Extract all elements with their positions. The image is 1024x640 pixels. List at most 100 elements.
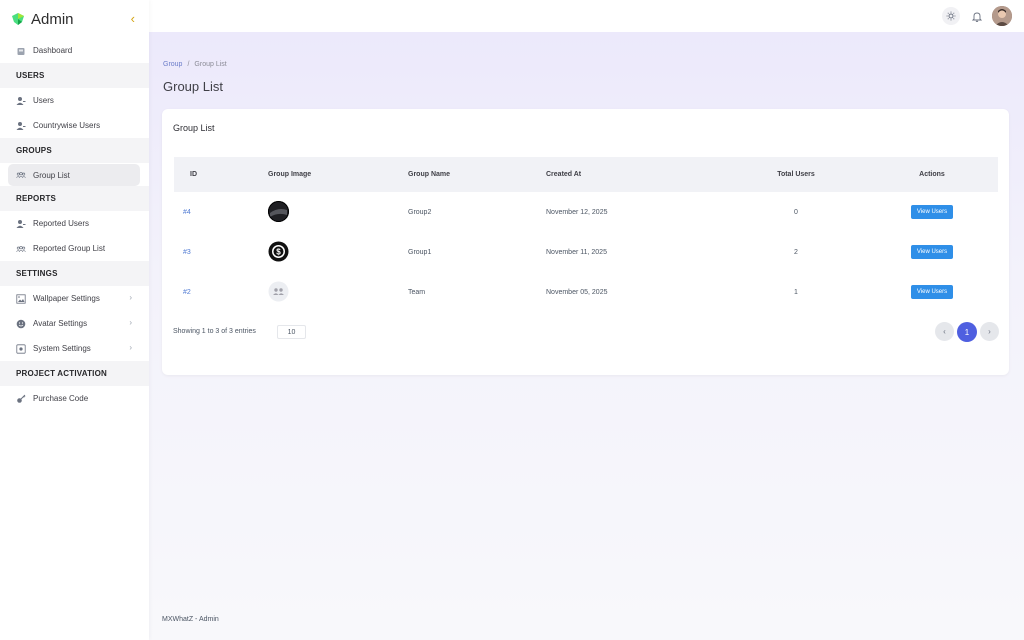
sidebar-item-reported-group-list[interactable]: Reported Group List	[0, 236, 149, 261]
sidebar-section-groups: GROUPS	[0, 138, 149, 163]
column-header-image[interactable]: Group Image	[268, 171, 408, 178]
user-icon	[16, 219, 26, 229]
column-header-id[interactable]: ID	[174, 171, 268, 178]
site-footer: MXWhatZ - Admin	[162, 616, 219, 623]
image-icon	[16, 293, 26, 304]
sidebar-item-label: Wallpaper Settings	[33, 294, 100, 303]
table-row: #3 $ Group1 November 11, 2025 2 View Users	[174, 232, 998, 272]
sidebar-item-label: System Settings	[33, 344, 91, 353]
pagination-page-1[interactable]: 1	[957, 322, 977, 342]
view-users-button[interactable]: View Users	[910, 205, 954, 219]
group-id-link[interactable]: #3	[174, 249, 268, 256]
column-header-name[interactable]: Group Name	[408, 171, 546, 178]
chevron-right-icon: ›	[129, 293, 132, 302]
svg-text:$: $	[276, 247, 281, 256]
sidebar-item-label: Countrywise Users	[33, 121, 101, 130]
column-header-total[interactable]: Total Users	[726, 171, 866, 178]
key-icon	[16, 394, 26, 404]
group-icon	[16, 244, 26, 254]
group-id-link[interactable]: #2	[174, 289, 268, 296]
group-image	[268, 281, 289, 302]
group-icon	[16, 170, 26, 180]
group-name: Group1	[408, 248, 432, 256]
sidebar-item-label: Purchase Code	[33, 394, 89, 403]
sidebar-section-reports: REPORTS	[0, 186, 149, 211]
face-icon	[16, 319, 26, 329]
entries-info: Showing 1 to 3 of 3 entries	[173, 328, 256, 335]
main-content: Group / Group List Group List Group List I…	[149, 32, 1024, 640]
table-header: ID Group Image Group Name Created At Tot…	[174, 157, 998, 192]
settings-icon	[16, 343, 26, 354]
table-row: #4 Group2 November 12, 2025 0 View Users	[174, 192, 998, 232]
created-at: November 11, 2025	[546, 248, 607, 256]
total-users: 1	[794, 288, 798, 296]
group-image	[268, 200, 289, 222]
group-id-link[interactable]: #4	[174, 209, 268, 216]
chevron-right-icon: ›	[129, 318, 132, 327]
group-name: Team	[408, 288, 426, 296]
table-body: #4 Group2 November 12, 2025 0 View Users #3 $ G…	[174, 192, 998, 312]
total-users: 0	[794, 208, 798, 216]
sidebar-item-purchase-code[interactable]: Purchase Code	[0, 386, 149, 411]
view-users-button[interactable]: View Users	[910, 245, 954, 259]
sidebar: Admin ‹ Dashboard USERS Users Countrywise U…	[0, 0, 149, 640]
pagination-next-icon[interactable]: ›	[980, 322, 999, 341]
page-title: Group List	[163, 79, 223, 94]
sidebar-item-countrywise-users[interactable]: Countrywise Users	[0, 113, 149, 138]
sidebar-item-label: Avatar Settings	[33, 319, 88, 328]
notifications-bell-icon[interactable]	[968, 7, 986, 25]
sidebar-item-label: Dashboard	[33, 46, 73, 55]
group-list-card: Group List ID Group Image Group Name Cre…	[162, 109, 1009, 375]
home-icon	[16, 46, 26, 56]
breadcrumb-link-group[interactable]: Group	[163, 61, 182, 68]
brand: Admin ‹	[0, 0, 149, 38]
view-users-button[interactable]: View Users	[910, 285, 954, 299]
group-table: ID Group Image Group Name Created At Tot…	[174, 157, 998, 312]
per-page-select[interactable]: 10	[277, 325, 306, 339]
brand-title: Admin	[31, 10, 74, 28]
user-avatar[interactable]	[992, 6, 1012, 26]
sidebar-item-wallpaper-settings[interactable]: Wallpaper Settings ›	[0, 286, 149, 311]
group-image: $	[268, 241, 289, 262]
sidebar-nav: Dashboard USERS Users Countrywise Users GROU…	[0, 38, 149, 411]
actions-cell: View Users	[866, 285, 998, 299]
actions-cell: View Users	[866, 205, 998, 219]
sidebar-item-label: Group List	[33, 170, 70, 180]
card-title: Group List	[173, 123, 215, 133]
breadcrumb-current: Group List	[194, 61, 227, 68]
sidebar-section-project-activation: PROJECT ACTIVATION	[0, 361, 149, 386]
total-users: 2	[794, 248, 798, 256]
pagination: ‹ 1 ›	[935, 322, 999, 342]
sidebar-item-group-list[interactable]: Group List	[8, 164, 140, 186]
created-at: November 05, 2025	[546, 288, 608, 296]
sidebar-section-settings: SETTINGS	[0, 261, 149, 286]
sidebar-item-label: Users	[33, 96, 54, 105]
created-at: November 12, 2025	[546, 208, 608, 216]
pagination-prev-icon[interactable]: ‹	[935, 322, 954, 341]
sidebar-item-dashboard[interactable]: Dashboard	[0, 38, 149, 63]
sidebar-item-users[interactable]: Users	[0, 88, 149, 113]
user-icon	[16, 96, 26, 106]
topbar	[149, 0, 1024, 32]
group-image-cell: $	[268, 241, 408, 264]
group-name: Group2	[408, 208, 432, 216]
sidebar-item-avatar-settings[interactable]: Avatar Settings ›	[0, 311, 149, 336]
sidebar-section-users: USERS	[0, 63, 149, 88]
table-footer: Showing 1 to 3 of 3 entries 10 ‹ 1 ›	[173, 322, 999, 342]
sidebar-item-reported-users[interactable]: Reported Users	[0, 211, 149, 236]
brand-logo-icon	[12, 13, 24, 25]
sidebar-item-system-settings[interactable]: System Settings ›	[0, 336, 149, 361]
column-header-actions: Actions	[919, 171, 945, 178]
group-image-cell	[268, 200, 408, 224]
column-header-created[interactable]: Created At	[546, 171, 726, 178]
sidebar-item-label: Reported Group List	[33, 244, 106, 253]
group-image-cell	[268, 281, 408, 304]
sidebar-item-label: Reported Users	[33, 219, 90, 228]
sidebar-collapse-chevron-icon[interactable]: ‹	[131, 11, 135, 26]
chevron-right-icon: ›	[129, 343, 132, 352]
user-icon	[16, 121, 26, 131]
theme-toggle-sun-icon[interactable]	[942, 7, 960, 25]
table-row: #2 Team November 05, 2025 1 View Users	[174, 272, 998, 312]
breadcrumb: Group / Group List	[163, 61, 227, 68]
breadcrumb-separator: /	[187, 61, 190, 68]
